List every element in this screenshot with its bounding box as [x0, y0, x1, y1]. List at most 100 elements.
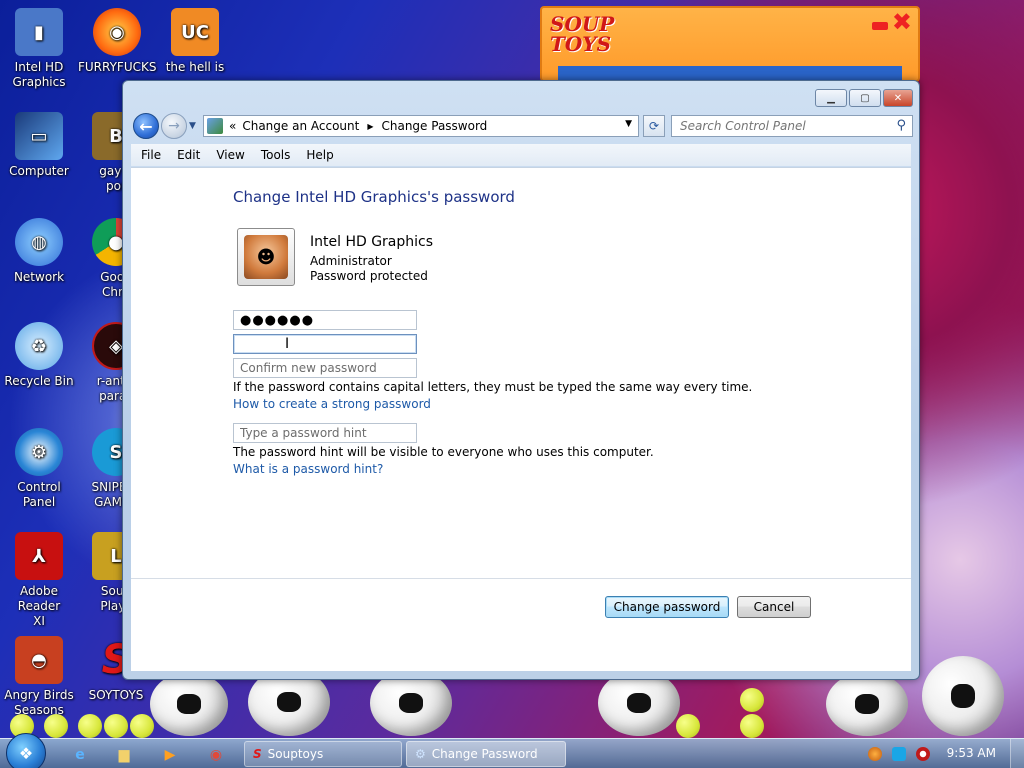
menu-tools[interactable]: Tools [253, 148, 299, 162]
menu-edit[interactable]: Edit [169, 148, 208, 162]
windows-logo-icon: ❖ [18, 743, 34, 763]
search-input[interactable] [680, 119, 880, 133]
breadcrumb-change-an-account[interactable]: Change an Account [242, 119, 359, 133]
desktop-icon-label: Computer [9, 164, 69, 178]
internet-explorer-icon: e [75, 747, 85, 763]
user-picture-icon: ☻ [244, 235, 288, 279]
tennis-ball-decoration [740, 714, 764, 738]
divider [131, 578, 911, 579]
desktop-icon-network[interactable]: ◍ Network [0, 218, 78, 285]
account-name: Intel HD Graphics [310, 234, 434, 250]
avatar: ☻ [237, 228, 295, 286]
navigation-row: ← → ▼ « Change an Account ▶ Change Passw… [131, 113, 913, 139]
network-icon: ◍ [15, 218, 63, 266]
search-icon[interactable]: ⚲ [896, 118, 906, 133]
souptoys-icon: S [253, 747, 262, 761]
taskbar-pin-ie[interactable]: e [60, 743, 100, 767]
desktop-icon-label: FURRYFUCKS [78, 60, 157, 74]
taskbar-pin-chrome[interactable]: ◉ [196, 743, 236, 767]
tray-search-icon[interactable] [868, 747, 882, 761]
desktop-icon-control-panel[interactable]: ⚙ Control Panel [0, 428, 78, 510]
desktop-icon-intel-hd-graphics[interactable]: ▮ Intel HD Graphics [0, 8, 78, 90]
taskbar-task-souptoys[interactable]: S Souptoys [244, 741, 402, 767]
desktop-icon-adobe-reader[interactable]: ⅄ Adobe Reader XI [0, 532, 78, 629]
text-cursor-icon: I [285, 336, 290, 352]
arrow-left-icon: ← [139, 116, 153, 136]
arrow-right-icon: → [168, 118, 180, 134]
menu-view[interactable]: View [208, 148, 252, 162]
souptoys-window[interactable]: SOUP TOYS ✖ [540, 6, 920, 82]
current-password-field[interactable] [233, 310, 417, 330]
menu-bar: File Edit View Tools Help [131, 144, 911, 166]
soccer-ball-decoration [826, 672, 908, 736]
soccer-ball-decoration [922, 656, 1004, 736]
password-hint-field[interactable] [233, 423, 417, 443]
angry-birds-icon: ◓ [15, 636, 63, 684]
computer-icon: ▭ [15, 112, 63, 160]
folder-icon: ▆ [118, 747, 130, 763]
breadcrumb-overflow[interactable]: « [229, 119, 236, 133]
desktop-icon-angry-birds[interactable]: ◓ Angry Birds Seasons [0, 636, 78, 718]
new-password-field[interactable] [233, 334, 417, 354]
capital-letters-note: If the password contains capital letters… [233, 380, 753, 394]
media-player-icon: ▶ [164, 747, 176, 763]
hint-visibility-note: The password hint will be visible to eve… [233, 445, 654, 459]
desktop-icon-label: Angry Birds Seasons [4, 688, 74, 717]
desktop-icon-label: Intel HD Graphics [12, 60, 66, 89]
adobe-reader-icon: ⅄ [15, 532, 63, 580]
taskbar-task-change-password[interactable]: ⚙ Change Password [406, 741, 566, 767]
souptoys-close-button[interactable]: ✖ [892, 10, 912, 34]
taskbar-pin-media-player[interactable]: ▶ [150, 743, 190, 767]
address-bar[interactable]: « Change an Account ▶ Change Password ▼ [203, 115, 639, 137]
desktop-icon-label: the hell is [165, 60, 225, 74]
souptoys-minimize-button[interactable] [872, 22, 888, 30]
taskbar-task-label: Change Password [431, 747, 538, 761]
change-password-button[interactable]: Change password [605, 596, 729, 618]
breadcrumb-separator-icon[interactable]: ▶ [367, 122, 373, 131]
menu-file[interactable]: File [133, 148, 169, 162]
minimize-button[interactable]: ▁ [815, 89, 847, 107]
desktop-icon-uc-browser[interactable]: UC the hell is [156, 8, 234, 75]
desktop-icon-label: SOYTOYS [88, 688, 144, 702]
show-desktop-button[interactable] [1010, 739, 1024, 768]
clock[interactable]: 9:53 AM [947, 746, 996, 760]
maximize-button[interactable]: ▢ [849, 89, 881, 107]
address-dropdown-icon[interactable]: ▼ [625, 119, 632, 129]
back-button[interactable]: ← [133, 113, 159, 139]
desktop-icon-label: Control Panel [17, 480, 61, 509]
minimize-icon: ▁ [827, 92, 835, 104]
souptoys-content-bar [558, 66, 902, 80]
password-hint-link[interactable]: What is a password hint? [233, 462, 383, 476]
search-box[interactable]: ⚲ [671, 115, 913, 137]
uc-browser-icon: UC [171, 8, 219, 56]
taskbar-pin-explorer[interactable]: ▆ [104, 743, 144, 767]
tennis-ball-decoration [676, 714, 700, 738]
intel-graphics-icon: ▮ [15, 8, 63, 56]
desktop-icon-computer[interactable]: ▭ Computer [0, 112, 78, 179]
recent-pages-dropdown[interactable]: ▼ [189, 121, 196, 131]
desktop-icon-label: Network [13, 270, 65, 284]
change-password-window[interactable]: ▁ ▢ ✕ ← → ▼ « Change an Account ▶ Change… [122, 80, 920, 680]
menu-help[interactable]: Help [298, 148, 341, 162]
cancel-button[interactable]: Cancel [737, 596, 811, 618]
desktop-icon-label: Recycle Bin [4, 374, 74, 388]
desktop-icon-furryfucks[interactable]: ◉ FURRYFUCKS [78, 8, 156, 75]
taskbar-task-label: Souptoys [267, 747, 324, 761]
confirm-password-field[interactable] [233, 358, 417, 378]
tennis-ball-decoration [44, 714, 68, 738]
tray-antivirus-icon[interactable] [916, 747, 930, 761]
refresh-button[interactable]: ⟳ [643, 115, 665, 137]
close-button[interactable]: ✕ [883, 89, 913, 107]
tray-display-icon[interactable] [892, 747, 906, 761]
control-panel-icon: ⚙ [15, 428, 63, 476]
recycle-bin-icon: ♻ [15, 322, 63, 370]
close-icon: ✕ [893, 92, 903, 104]
start-button[interactable]: ❖ [6, 733, 46, 768]
strong-password-link[interactable]: How to create a strong password [233, 397, 431, 411]
account-role: Administrator [310, 254, 392, 268]
forward-button[interactable]: → [161, 113, 187, 139]
window-controls: ▁ ▢ ✕ [815, 89, 913, 107]
account-status: Password protected [310, 269, 428, 283]
desktop-icon-recycle-bin[interactable]: ♻ Recycle Bin [0, 322, 78, 389]
breadcrumb-change-password[interactable]: Change Password [381, 119, 487, 133]
